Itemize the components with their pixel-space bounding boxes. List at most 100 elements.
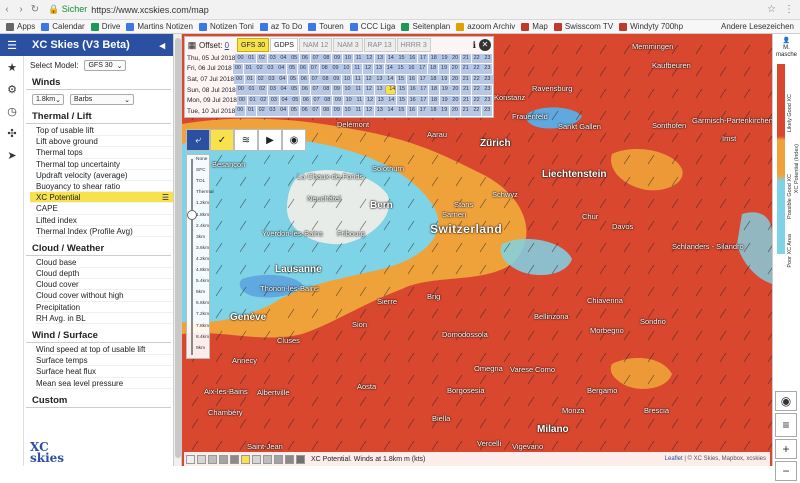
address-field[interactable]: https://www.xcskies.com/map bbox=[91, 5, 209, 15]
hour-cell[interactable]: 00 bbox=[235, 106, 246, 117]
hour-cell[interactable]: 18 bbox=[428, 95, 440, 106]
scrollbar-thumb[interactable] bbox=[175, 38, 181, 458]
hour-cell[interactable]: 12 bbox=[364, 53, 375, 64]
hour-cell[interactable]: 03 bbox=[265, 64, 276, 74]
hour-cell[interactable]: 12 bbox=[364, 95, 376, 106]
hour-cell[interactable]: 16 bbox=[407, 95, 418, 106]
hour-cell[interactable]: 22 bbox=[471, 74, 482, 85]
hour-cell[interactable]: 09 bbox=[332, 53, 343, 64]
hour-cell[interactable]: 04 bbox=[276, 64, 287, 74]
hour-cell[interactable]: 13 bbox=[374, 53, 386, 64]
offset-control[interactable]: Offset: 0 bbox=[199, 41, 237, 50]
layer-item[interactable]: Cloud cover bbox=[36, 279, 173, 291]
bookmark-item[interactable]: Calendar bbox=[41, 22, 85, 31]
hour-cell[interactable]: 08 bbox=[322, 95, 333, 106]
hour-cell[interactable]: 03 bbox=[267, 53, 278, 64]
panel-scrollbar[interactable] bbox=[174, 34, 182, 466]
hour-cell[interactable]: 10 bbox=[341, 64, 352, 74]
hour-cell[interactable]: 23 bbox=[482, 53, 493, 64]
hour-cell[interactable]: 13 bbox=[375, 95, 386, 106]
hour-cell[interactable]: 18 bbox=[429, 85, 440, 95]
hour-cell[interactable]: 00 bbox=[232, 64, 244, 74]
leaflet-link[interactable]: Leaflet bbox=[665, 456, 683, 462]
hour-cell[interactable]: 15 bbox=[396, 85, 408, 95]
palette-swatch[interactable] bbox=[197, 454, 206, 464]
hour-cell[interactable]: 18 bbox=[428, 74, 439, 85]
secure-indicator[interactable]: 🔒 Sicher bbox=[48, 4, 87, 15]
hour-cell[interactable]: 22 bbox=[471, 64, 482, 74]
hour-cell[interactable]: 15 bbox=[396, 106, 407, 117]
record-icon[interactable]: ◉ bbox=[282, 129, 306, 151]
layer-item[interactable]: RH Avg. in BL bbox=[36, 313, 173, 324]
collapse-panel-icon[interactable]: ◂ bbox=[159, 39, 165, 52]
hour-cell[interactable]: 15 bbox=[395, 74, 407, 85]
hour-cell[interactable]: 16 bbox=[407, 85, 418, 95]
hour-cell[interactable]: 07 bbox=[310, 85, 321, 95]
model-button[interactable]: HRRR 3 bbox=[396, 38, 431, 52]
hour-cell[interactable]: 23 bbox=[482, 74, 493, 85]
palette-swatch[interactable] bbox=[296, 454, 305, 464]
hour-cell[interactable]: 08 bbox=[321, 85, 332, 95]
hour-cell[interactable]: 12 bbox=[364, 106, 375, 117]
hour-cell[interactable]: 09 bbox=[332, 95, 343, 106]
hour-cell[interactable]: 22 bbox=[471, 53, 482, 64]
hour-cell[interactable]: 01 bbox=[244, 74, 255, 85]
model-button[interactable]: NAM 12 bbox=[298, 38, 333, 52]
hour-cell[interactable]: 07 bbox=[308, 64, 319, 74]
hour-cell[interactable]: 14 bbox=[384, 64, 395, 74]
hour-cell[interactable]: 18 bbox=[427, 64, 439, 74]
hour-cell[interactable]: 20 bbox=[450, 95, 461, 106]
bookmark-item[interactable]: Seitenplan bbox=[401, 22, 450, 31]
layer-item[interactable]: Cloud depth bbox=[36, 268, 173, 280]
hour-cell[interactable]: 19 bbox=[438, 64, 450, 74]
hour-cell[interactable]: 04 bbox=[279, 95, 290, 106]
bookmark-item[interactable]: Drive bbox=[90, 22, 120, 31]
palette-swatch[interactable] bbox=[186, 454, 195, 464]
hour-cell[interactable]: 16 bbox=[406, 64, 417, 74]
layer-item[interactable]: Surface heat flux bbox=[36, 366, 173, 378]
hour-cell[interactable]: 21 bbox=[460, 95, 472, 106]
hour-cell[interactable]: 04 bbox=[277, 74, 288, 85]
waves-icon[interactable]: ≋ bbox=[234, 129, 258, 151]
hour-cell[interactable]: 18 bbox=[428, 106, 439, 117]
layer-item[interactable]: Lifted index bbox=[36, 215, 173, 226]
layers-icon[interactable]: ✣ bbox=[0, 122, 24, 144]
hour-cell[interactable]: 20 bbox=[449, 106, 461, 117]
layer-item[interactable]: Wind speed at top of usable lift bbox=[36, 344, 173, 356]
layer-item[interactable]: Surface temps bbox=[36, 355, 173, 367]
hour-cell[interactable]: 18 bbox=[428, 53, 439, 64]
hour-cell[interactable]: 01 bbox=[243, 64, 254, 74]
bookmark-item[interactable]: Martins Notizen bbox=[126, 22, 193, 31]
hour-cell[interactable]: 01 bbox=[246, 85, 257, 95]
hour-cell[interactable]: 10 bbox=[342, 106, 353, 117]
model-button[interactable]: NAM 3 bbox=[333, 38, 363, 52]
layer-item[interactable]: CAPE bbox=[36, 203, 173, 215]
model-button[interactable]: GFS 30 bbox=[237, 38, 270, 52]
hour-cell[interactable]: 02 bbox=[256, 53, 268, 64]
hour-cell[interactable]: 23 bbox=[482, 106, 493, 117]
hour-cell[interactable]: 02 bbox=[256, 106, 267, 117]
hour-cell[interactable]: 01 bbox=[245, 106, 257, 117]
hour-cell[interactable]: 06 bbox=[298, 74, 309, 85]
hour-cell[interactable]: 04 bbox=[278, 53, 289, 64]
hour-cell[interactable]: 19 bbox=[439, 53, 450, 64]
bookmark-item[interactable]: CCC Liga bbox=[349, 22, 395, 31]
hour-cell[interactable]: 10 bbox=[341, 74, 353, 85]
bookmark-item[interactable]: azoom Archiv bbox=[456, 22, 515, 31]
hour-cell[interactable]: 06 bbox=[299, 53, 310, 64]
layer-item[interactable]: Cloud cover without high bbox=[36, 290, 173, 302]
hour-cell[interactable]: 13 bbox=[374, 85, 385, 95]
hour-cell[interactable]: 21 bbox=[460, 64, 471, 74]
layer-item[interactable]: Top of usable lift bbox=[36, 125, 173, 137]
hour-cell[interactable]: 11 bbox=[353, 53, 364, 64]
hour-cell[interactable]: 06 bbox=[297, 64, 309, 74]
hour-cell[interactable]: 13 bbox=[373, 64, 385, 74]
hour-cell[interactable]: 07 bbox=[310, 53, 321, 64]
hour-cell[interactable]: 21 bbox=[461, 85, 472, 95]
map-canvas[interactable]: Memmingen Kaufbeuren Ravensburg Konstanz Fra… bbox=[182, 34, 772, 466]
hour-cell[interactable]: 20 bbox=[449, 64, 460, 74]
hour-cell[interactable]: 04 bbox=[278, 106, 289, 117]
hour-cell[interactable]: 16 bbox=[407, 53, 418, 64]
hour-cell[interactable]: 23 bbox=[482, 85, 493, 95]
hour-cell[interactable]: 14 bbox=[386, 95, 397, 106]
